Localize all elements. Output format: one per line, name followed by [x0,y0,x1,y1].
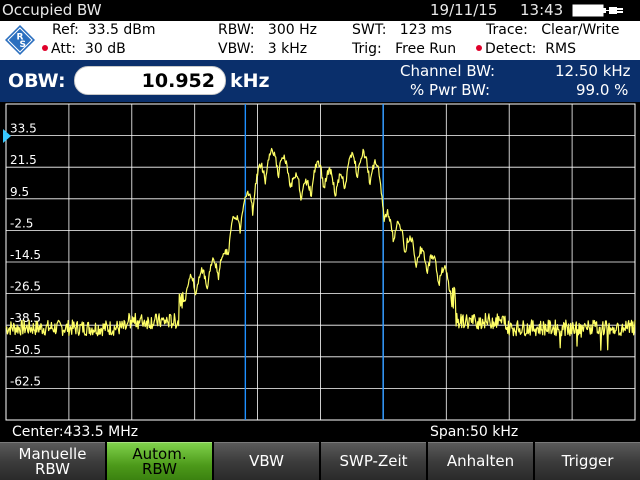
obw-readout: 10.952 [74,66,226,95]
y-tick-label: -62.5 [10,374,41,388]
y-tick-label: -2.5 [10,216,33,230]
softkey-auto-rbw[interactable]: Autom. RBW [107,442,212,480]
battery-plug-icon [572,4,623,17]
y-tick-label: 21.5 [10,153,37,167]
softkey-trigger[interactable]: Trigger [535,442,640,480]
y-axis-ticks: 33.521.59.5-2.5-14.5-26.5-38.5-50.5-62.5 [10,122,41,389]
attenuation[interactable]: Att: 30 dB [42,41,126,57]
trace-setting[interactable]: Trace: Clear/Write [486,22,620,38]
measurement-bar: OBW: 10.952 kHz Channel BW: 12.50 kHz % … [0,60,640,102]
center-frequency[interactable]: Center:433.5 MHz [12,424,138,440]
frequency-footer: Center:433.5 MHz Span:50 kHz [0,424,640,442]
pwr-bw-label: % Pwr BW: [410,81,491,99]
obw-value: 10.952 [141,70,215,92]
channel-bw-label: Channel BW: [400,62,496,80]
ref-level[interactable]: Ref: 33.5 dBm [52,22,156,38]
marker-dot-icon [476,45,482,51]
softkey-sweep-time[interactable]: SWP-Zeit [321,442,426,480]
y-tick-label: 9.5 [10,185,29,199]
title-bar: Occupied BW 19/11/15 13:43 [0,0,640,21]
mode-title: Occupied BW [2,1,102,19]
pwr-bw-value[interactable]: 99.0 % [576,81,628,99]
trigger-setting[interactable]: Trig: Free Run [352,41,456,57]
plot-grid [5,103,636,421]
settings-panel: R S Ref: 33.5 dBm Att: 30 dB RBW: 300 Hz… [0,21,640,60]
swt-setting[interactable]: SWT: 123 ms [352,22,452,38]
vbw-setting[interactable]: VBW: 3 kHz [218,41,307,57]
y-tick-label: -26.5 [10,280,41,294]
spectrum-plot[interactable]: 33.521.59.5-2.5-14.5-26.5-38.5-50.5-62.5 [0,102,640,424]
marker-dot-icon [42,45,48,51]
rohde-schwarz-logo-icon: R S [5,25,35,55]
time-display: 13:43 [520,1,564,19]
date-display: 19/11/15 [430,1,498,19]
y-tick-label: -50.5 [10,343,41,357]
softkey-bar: Manuelle RBW Autom. RBW VBW SWP-Zeit Anh… [0,442,640,480]
softkey-hold[interactable]: Anhalten [428,442,533,480]
rbw-setting[interactable]: RBW: 300 Hz [218,22,317,38]
obw-label: OBW: [8,70,66,92]
svg-text:S: S [20,40,26,50]
softkey-manual-rbw[interactable]: Manuelle RBW [0,442,105,480]
channel-bw-value[interactable]: 12.50 kHz [555,62,631,80]
y-tick-label: 33.5 [10,122,37,136]
y-tick-label: -14.5 [10,248,41,262]
span-display[interactable]: Span:50 kHz [430,424,518,440]
softkey-vbw[interactable]: VBW [214,442,319,480]
detector-setting[interactable]: Detect: RMS [476,41,576,57]
obw-unit: kHz [230,70,270,92]
